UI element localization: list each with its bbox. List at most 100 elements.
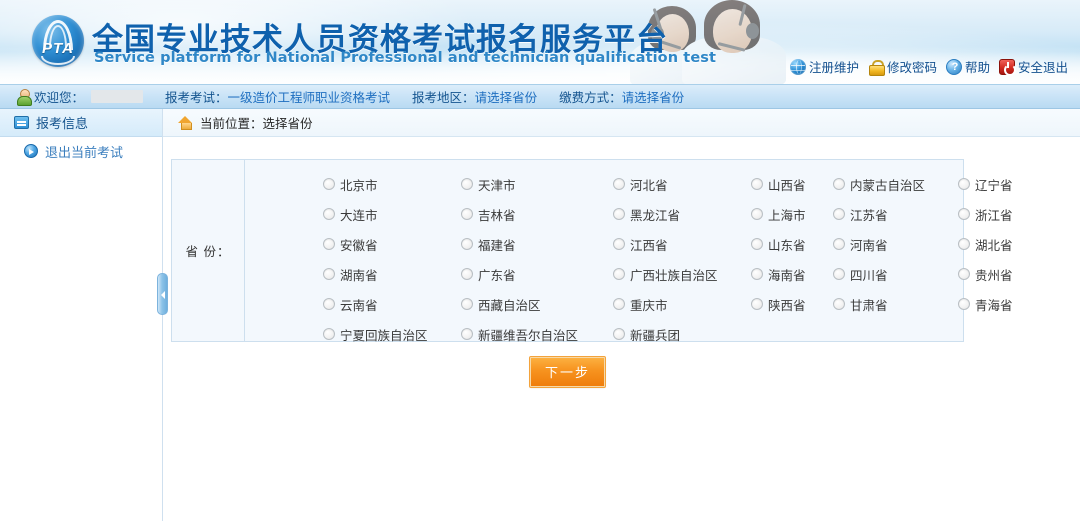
main-content: 当前位置：选择省份 省 份： 北京市 天津市 河北省 山西省 内蒙古自治区 辽宁省 大连市 吉… xyxy=(157,109,1080,521)
province-option[interactable]: 河南省 xyxy=(833,229,888,259)
radio-icon[interactable] xyxy=(323,268,335,280)
province-option[interactable]: 安徽省 xyxy=(323,229,378,259)
radio-icon[interactable] xyxy=(323,328,335,340)
radio-icon[interactable] xyxy=(833,208,845,220)
radio-icon[interactable] xyxy=(613,238,625,250)
welcome-exam: 报考考试：一级造价工程师职业资格考试 xyxy=(165,87,390,106)
pta-logo-icon: PTA xyxy=(30,12,86,70)
province-option-label: 山西省 xyxy=(768,178,806,193)
radio-icon[interactable] xyxy=(613,268,625,280)
province-option-label: 福建省 xyxy=(478,238,516,253)
province-option[interactable]: 甘肃省 xyxy=(833,289,888,319)
radio-icon[interactable] xyxy=(958,178,970,190)
radio-icon[interactable] xyxy=(751,208,763,220)
sidebar-item-exit-current-exam[interactable]: 退出当前考试 xyxy=(0,137,162,165)
province-option[interactable]: 江苏省 xyxy=(833,199,888,229)
province-option[interactable]: 广东省 xyxy=(461,259,516,289)
province-option[interactable]: 宁夏回族自治区 xyxy=(323,319,428,349)
province-option-label: 海南省 xyxy=(768,268,806,283)
link-change-password[interactable]: 修改密码 xyxy=(866,57,939,76)
welcome-exam-label: 报考考试： xyxy=(165,91,228,105)
province-option[interactable]: 云南省 xyxy=(323,289,378,319)
province-option[interactable]: 重庆市 xyxy=(613,289,668,319)
province-option-label: 吉林省 xyxy=(478,208,516,223)
province-option[interactable]: 青海省 xyxy=(958,289,1013,319)
radio-icon[interactable] xyxy=(833,298,845,310)
radio-icon[interactable] xyxy=(323,298,335,310)
province-option[interactable]: 天津市 xyxy=(461,169,516,199)
province-option[interactable]: 浙江省 xyxy=(958,199,1013,229)
province-option-label: 甘肃省 xyxy=(850,298,888,313)
province-option[interactable]: 山西省 xyxy=(751,169,806,199)
radio-icon[interactable] xyxy=(613,178,625,190)
province-option-label: 大连市 xyxy=(340,208,378,223)
province-option[interactable]: 山东省 xyxy=(751,229,806,259)
province-option-label: 广西壮族自治区 xyxy=(630,268,718,283)
sidebar-item-registration-info[interactable]: 报考信息 xyxy=(0,109,162,137)
radio-icon[interactable] xyxy=(958,298,970,310)
province-option[interactable]: 江西省 xyxy=(613,229,668,259)
radio-icon[interactable] xyxy=(323,208,335,220)
province-option[interactable]: 贵州省 xyxy=(958,259,1013,289)
sidebar-collapse-handle[interactable] xyxy=(157,273,168,315)
site-header: PTA 全国专业技术人员资格考试报名服务平台 Service platform … xyxy=(0,0,1080,84)
province-option[interactable]: 湖北省 xyxy=(958,229,1013,259)
radio-icon[interactable] xyxy=(461,178,473,190)
welcome-payment-value: 请选择省份 xyxy=(621,91,685,105)
province-option[interactable]: 新疆维吾尔自治区 xyxy=(461,319,578,349)
radio-icon[interactable] xyxy=(613,328,625,340)
help-icon xyxy=(945,58,963,75)
radio-icon[interactable] xyxy=(833,238,845,250)
link-register-maintenance[interactable]: 注册维护 xyxy=(788,57,861,76)
province-option-label: 安徽省 xyxy=(340,238,378,253)
province-option-label: 河南省 xyxy=(850,238,888,253)
province-option[interactable]: 海南省 xyxy=(751,259,806,289)
province-option[interactable]: 陕西省 xyxy=(751,289,806,319)
province-option[interactable]: 吉林省 xyxy=(461,199,516,229)
welcome-user: 欢迎您： xyxy=(16,87,144,106)
radio-icon[interactable] xyxy=(613,298,625,310)
radio-icon[interactable] xyxy=(461,208,473,220)
province-option[interactable]: 黑龙江省 xyxy=(613,199,680,229)
province-option[interactable]: 河北省 xyxy=(613,169,668,199)
radio-icon[interactable] xyxy=(833,268,845,280)
province-option[interactable]: 内蒙古自治区 xyxy=(833,169,925,199)
sidebar-item-registration-info-label: 报考信息 xyxy=(36,116,89,131)
province-option-label: 广东省 xyxy=(478,268,516,283)
next-step-button[interactable]: 下一步 xyxy=(528,356,607,388)
radio-icon[interactable] xyxy=(461,298,473,310)
radio-icon[interactable] xyxy=(461,268,473,280)
radio-icon[interactable] xyxy=(461,238,473,250)
radio-icon[interactable] xyxy=(751,298,763,310)
province-option[interactable]: 上海市 xyxy=(751,199,806,229)
radio-icon[interactable] xyxy=(958,208,970,220)
welcome-bar: 欢迎您： 报考考试：一级造价工程师职业资格考试 报考地区：请选择省份 缴费方式：… xyxy=(0,84,1080,109)
radio-icon[interactable] xyxy=(958,238,970,250)
radio-icon[interactable] xyxy=(751,268,763,280)
radio-icon[interactable] xyxy=(613,208,625,220)
province-option-label: 山东省 xyxy=(768,238,806,253)
province-option[interactable]: 北京市 xyxy=(323,169,378,199)
radio-icon[interactable] xyxy=(833,178,845,190)
province-option[interactable]: 广西壮族自治区 xyxy=(613,259,718,289)
link-secure-logout[interactable]: 安全退出 xyxy=(997,57,1070,76)
province-option[interactable]: 新疆兵团 xyxy=(613,319,680,349)
link-help[interactable]: 帮助 xyxy=(944,57,992,76)
radio-icon[interactable] xyxy=(323,238,335,250)
province-selection-panel: 省 份： 北京市 天津市 河北省 山西省 内蒙古自治区 辽宁省 大连市 吉林省 黑龙江省 上海市江… xyxy=(171,159,1013,343)
radio-icon[interactable] xyxy=(323,178,335,190)
radio-icon[interactable] xyxy=(751,238,763,250)
province-option[interactable]: 大连市 xyxy=(323,199,378,229)
province-option[interactable]: 西藏自治区 xyxy=(461,289,541,319)
province-option[interactable]: 四川省 xyxy=(833,259,888,289)
province-option-label: 湖南省 xyxy=(340,268,378,283)
arrow-right-icon xyxy=(24,144,38,158)
province-option[interactable]: 福建省 xyxy=(461,229,516,259)
province-row: 安徽省 福建省 江西省 山东省 河南省 湖北省 xyxy=(245,229,1013,259)
province-option[interactable]: 湖南省 xyxy=(323,259,378,289)
province-option[interactable]: 辽宁省 xyxy=(958,169,1013,199)
radio-icon[interactable] xyxy=(958,268,970,280)
next-button-wrapper: 下一步 xyxy=(171,356,964,388)
radio-icon[interactable] xyxy=(751,178,763,190)
radio-icon[interactable] xyxy=(461,328,473,340)
